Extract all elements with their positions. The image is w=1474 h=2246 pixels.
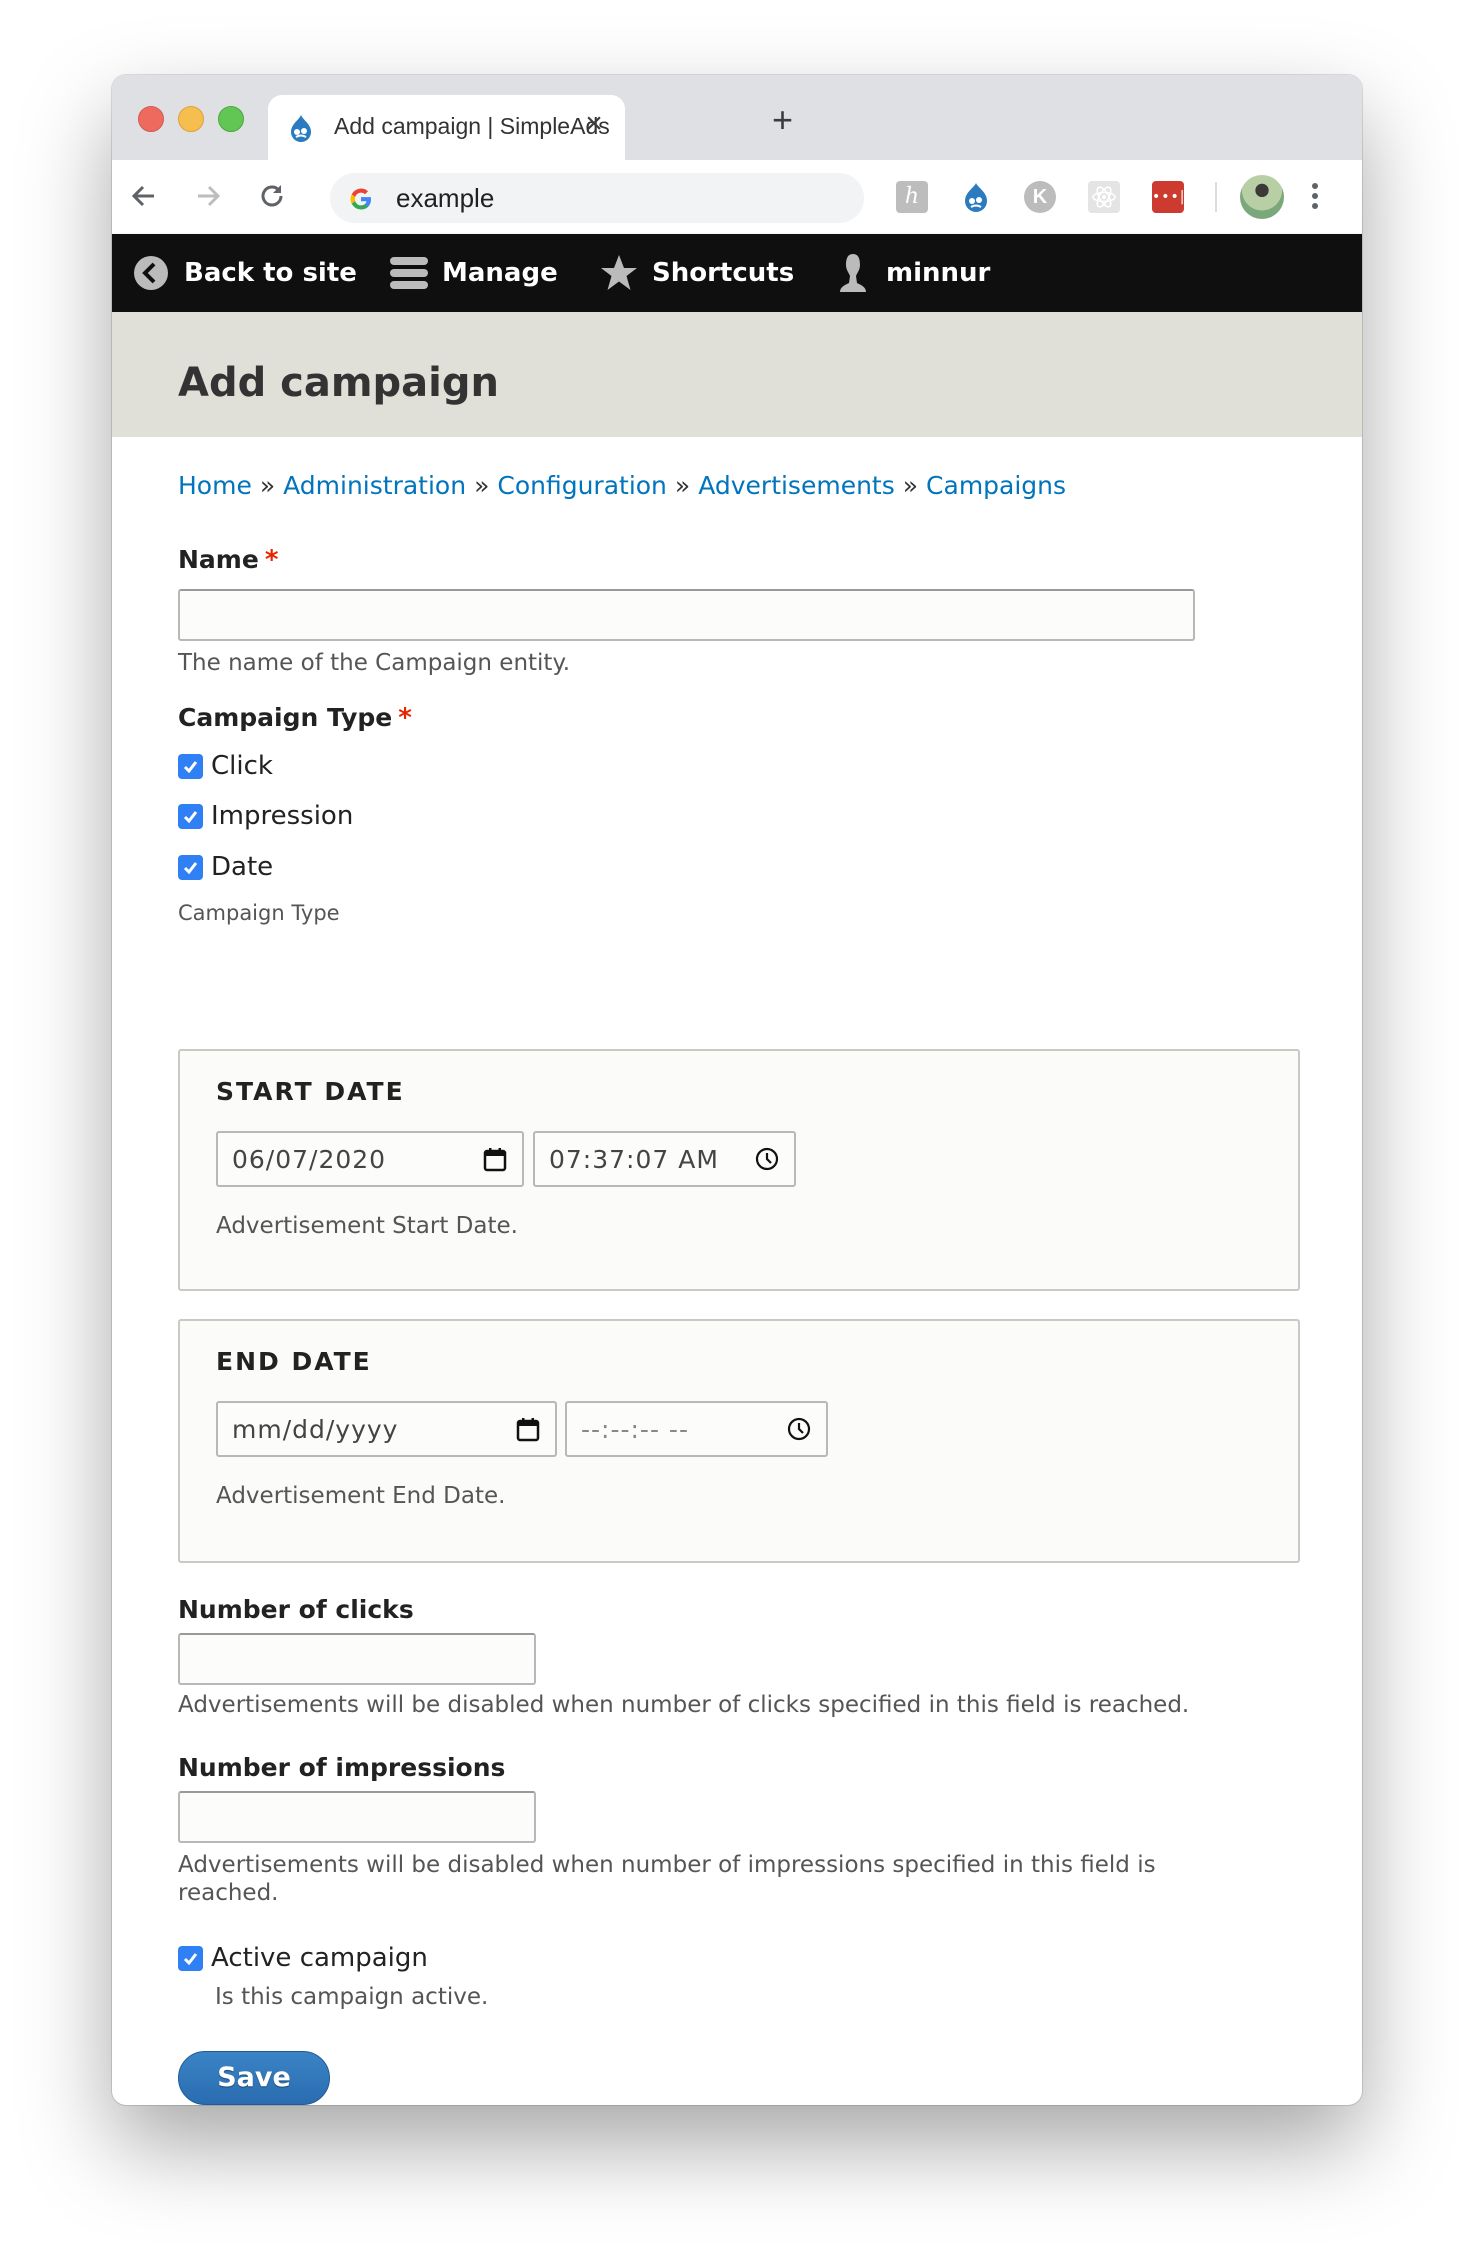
campaign-type-description: Campaign Type [178,901,340,925]
campaign-type-label-text: Campaign Type [178,703,393,732]
address-bar[interactable]: example [330,173,864,223]
end-date-description: Advertisement End Date. [216,1483,506,1509]
start-date-input[interactable]: 06/07/2020 [216,1131,524,1187]
clicks-label: Number of clicks [178,1595,414,1624]
name-input[interactable] [178,589,1195,641]
browser-toolbar: example h K •••| [112,160,1362,235]
checkbox-label: Active campaign [211,1943,428,1973]
tab-title: Add campaign | SimpleAds [334,113,610,139]
maximize-window-button[interactable] [218,106,244,132]
impressions-input[interactable] [178,1791,536,1843]
admin-toolbar: Back to site Manage Shortcuts minnur [112,234,1362,312]
minimize-window-button[interactable] [178,106,204,132]
end-time-input[interactable]: --:--:-- -- [565,1401,828,1457]
start-date-legend: START DATE [216,1077,405,1106]
toolbar-item-label: Back to site [184,258,357,288]
start-date-description: Advertisement Start Date. [216,1213,518,1239]
toolbar-item-user[interactable]: minnur [834,234,990,312]
toolbar-item-label: Shortcuts [652,258,795,288]
save-button[interactable]: Save [178,2051,330,2105]
tab-close-icon[interactable]: × [579,109,609,139]
end-date-placeholder: mm/dd/yyyy [232,1415,399,1444]
toolbar-item-shortcuts[interactable]: Shortcuts [600,234,794,312]
required-mark: * [398,703,412,733]
breadcrumb-separator: » [674,471,691,500]
start-time-value: 07:37:07 AM [549,1145,719,1174]
back-arrow-icon[interactable] [126,178,162,214]
toolbar-item-label: Manage [442,258,558,288]
clicks-description: Advertisements will be disabled when num… [178,1692,1190,1718]
drupal-favicon-icon [291,115,311,142]
checkbox-checked-icon[interactable] [178,753,203,779]
profile-avatar[interactable] [1240,175,1284,219]
name-label-text: Name [178,545,259,574]
breadcrumb-advertisements[interactable]: Advertisements [698,471,895,500]
clock-icon[interactable] [754,1146,780,1172]
hamburger-icon [390,254,428,292]
end-time-placeholder: --:--:-- -- [581,1415,689,1444]
campaign-type-click-checkbox[interactable]: Click [178,751,273,781]
honey-extension-icon[interactable]: h [896,181,928,213]
active-campaign-description: Is this campaign active. [215,1984,489,2010]
active-campaign-checkbox[interactable]: Active campaign [178,1943,428,1973]
impressions-label: Number of impressions [178,1753,506,1782]
reload-icon[interactable] [254,178,290,214]
breadcrumb-administration[interactable]: Administration [283,471,466,500]
start-date-fieldset: START DATE 06/07/2020 07:37:07 AM Advert… [178,1049,1300,1291]
clicks-input[interactable] [178,1633,536,1685]
page-header: Add campaign [112,312,1362,437]
lastpass-extension-icon[interactable]: •••| [1152,181,1185,213]
toolbar-item-back-to-site[interactable]: Back to site [132,234,357,312]
end-date-input[interactable]: mm/dd/yyyy [216,1401,557,1457]
start-time-input[interactable]: 07:37:07 AM [533,1131,796,1187]
react-devtools-extension-icon[interactable] [1088,181,1120,213]
name-description: The name of the Campaign entity. [178,650,571,676]
campaign-type-label: Campaign Type * [178,703,412,733]
tab-strip: Add campaign | SimpleAds × + [112,75,1362,160]
breadcrumb-home[interactable]: Home [178,471,252,500]
end-date-legend: END DATE [216,1347,372,1376]
name-label: Name * [178,545,278,575]
clock-icon[interactable] [786,1416,812,1442]
breadcrumb-separator: » [902,471,919,500]
checkbox-checked-icon[interactable] [178,1945,203,1971]
toolbar-item-manage[interactable]: Manage [390,234,558,312]
page-title: Add campaign [178,360,499,406]
drupal-extension-icon[interactable] [960,181,992,213]
browser-window: Add campaign | SimpleAds × + example h K… [112,75,1362,2105]
impressions-description-line1: Advertisements will be disabled when num… [178,1852,1156,1878]
checkbox-checked-icon[interactable] [178,854,203,880]
browser-tab-active[interactable]: Add campaign | SimpleAds × [268,95,625,160]
more-vert-icon[interactable] [1310,180,1320,214]
star-icon [600,254,638,292]
user-icon [834,254,872,292]
calendar-icon[interactable] [515,1416,541,1442]
toolbar-divider [1215,182,1217,212]
end-date-fieldset: END DATE mm/dd/yyyy --:--:-- -- Advertis… [178,1319,1300,1563]
checkbox-label: Click [211,751,273,781]
breadcrumb-campaigns[interactable]: Campaigns [926,471,1066,500]
breadcrumb-separator: » [259,471,276,500]
breadcrumb-separator: » [474,471,490,500]
breadcrumb: Home» Administration» Configuration» Advert… [178,471,1066,500]
back-circle-icon [132,254,170,292]
new-tab-button[interactable]: + [772,102,793,138]
impressions-description-line2: reached. [178,1880,279,1906]
calendar-icon[interactable] [482,1146,508,1172]
start-date-value: 06/07/2020 [232,1145,387,1174]
required-mark: * [264,545,279,575]
google-icon [350,188,371,210]
checkbox-label: Date [211,852,274,882]
checkbox-checked-icon[interactable] [178,803,203,829]
checkbox-label: Impression [211,801,354,831]
forward-arrow-icon[interactable] [190,178,226,214]
close-window-button[interactable] [138,106,164,132]
toolbar-item-label: minnur [886,258,991,288]
address-bar-text: example [396,183,495,213]
k-extension-icon[interactable]: K [1024,181,1056,213]
breadcrumb-configuration[interactable]: Configuration [497,471,667,500]
campaign-type-impression-checkbox[interactable]: Impression [178,801,353,831]
campaign-type-date-checkbox[interactable]: Date [178,852,273,882]
